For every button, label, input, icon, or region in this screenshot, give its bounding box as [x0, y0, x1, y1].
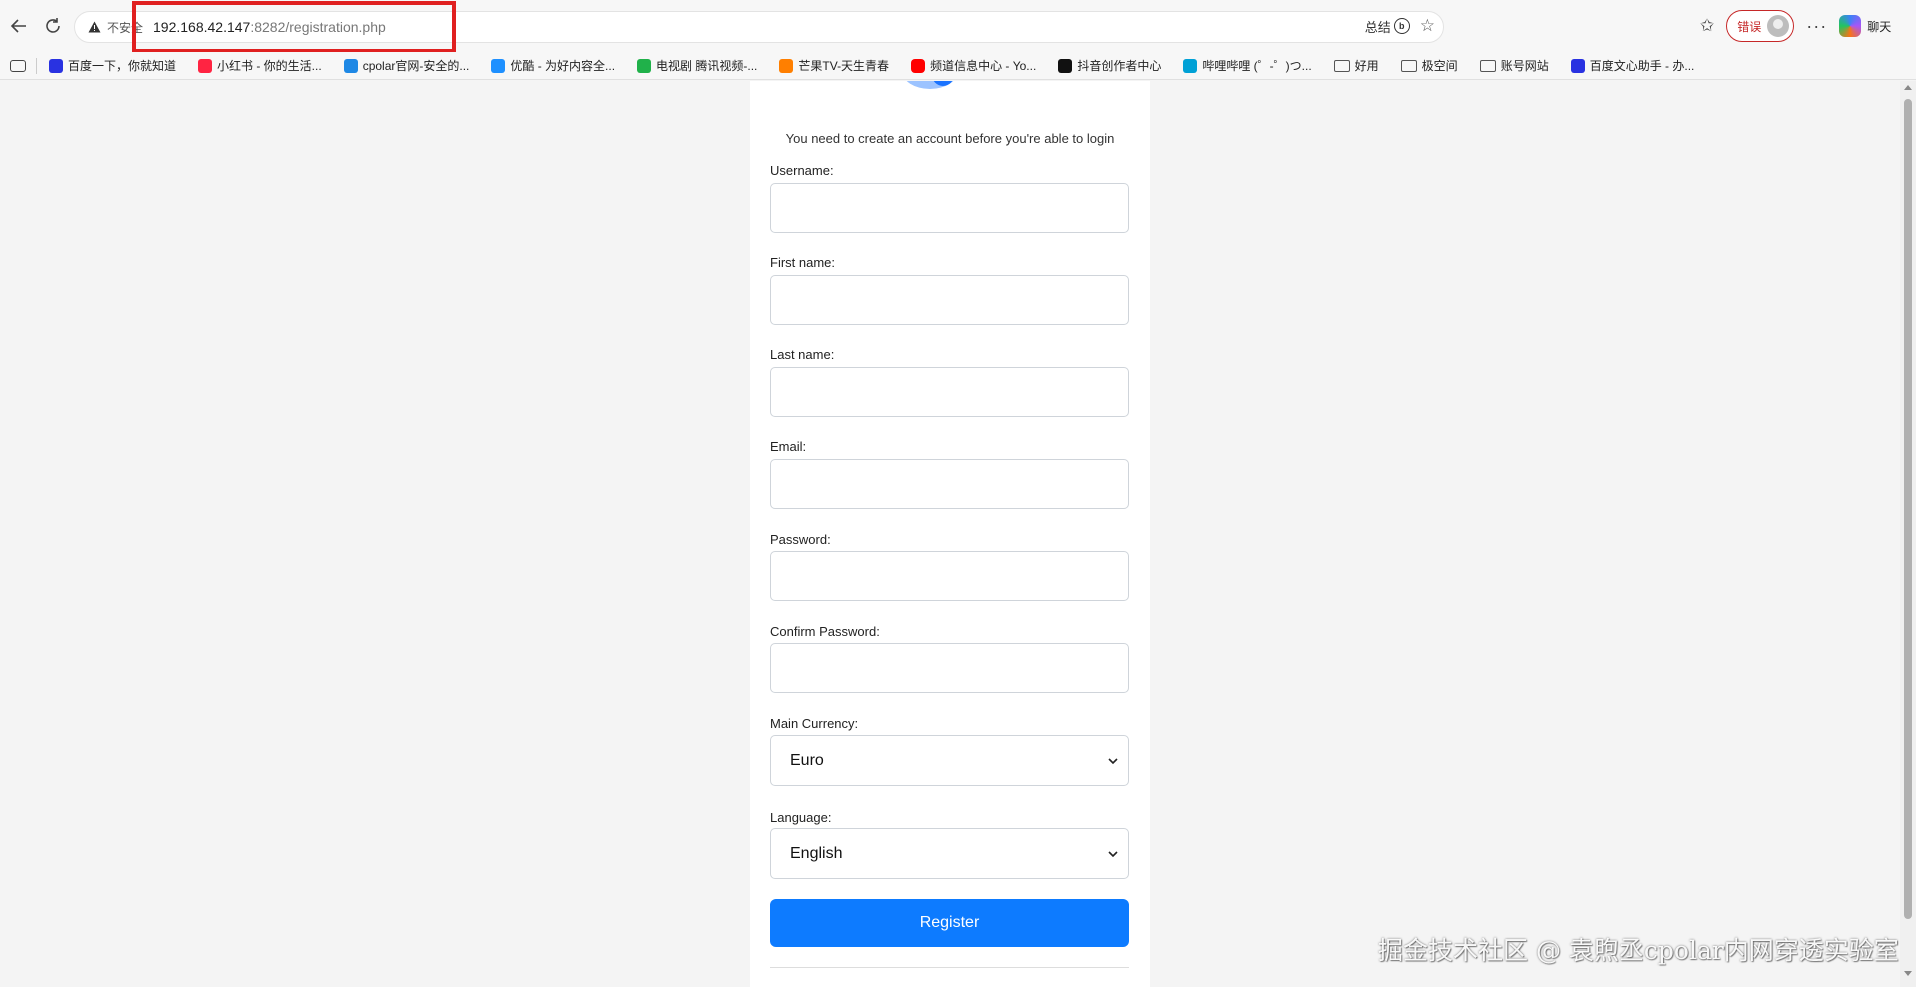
registration-intro: You need to create an account before you… — [785, 131, 1115, 146]
bookmark-item[interactable]: 优酷 - 为好内容全... — [491, 57, 615, 74]
profile-error-button[interactable]: 错误 — [1726, 10, 1795, 42]
bookmark-label: 频道信息中心 - Yo... — [930, 59, 1037, 73]
browser-toolbar: 不安全 192.168.42.147:8282/registration.php… — [0, 0, 1916, 53]
copilot-chat-button[interactable]: 聊天 — [1839, 15, 1891, 37]
bookmark-item[interactable]: 抖音创作者中心 — [1058, 57, 1161, 74]
first-name-label: First name: — [770, 255, 836, 270]
currency-select[interactable]: Euro — [770, 735, 1129, 786]
bookmark-item[interactable]: 芒果TV-天生青春 — [779, 57, 889, 74]
bookmark-item[interactable]: cpolar官网-安全的... — [343, 57, 470, 74]
scroll-up-arrow-icon[interactable] — [1904, 85, 1912, 90]
summary-label: 总结 — [1364, 19, 1391, 35]
favorites-icon[interactable]: ✩ — [1700, 16, 1714, 36]
youku-icon — [491, 58, 506, 73]
confirm-password-input[interactable] — [770, 643, 1129, 693]
bookmark-label: 账号网站 — [1500, 59, 1549, 73]
summary-button[interactable]: 总结 b — [1365, 17, 1410, 36]
chevron-down-icon — [1108, 850, 1118, 857]
email-input[interactable] — [770, 459, 1129, 509]
confirm-password-label: Confirm Password: — [770, 624, 880, 639]
last-name-label: Last name: — [770, 347, 835, 362]
copilot-icon — [1839, 15, 1862, 37]
bookmark-item[interactable]: 频道信息中心 - Yo... — [911, 57, 1036, 74]
email-label: Email: — [770, 439, 807, 454]
bookmark-label: 百度文心助手 - 办... — [1589, 59, 1695, 73]
baidu-paw-icon — [1570, 58, 1585, 73]
language-label: Language: — [770, 810, 832, 825]
bookmarks-divider — [36, 57, 37, 74]
svg-text:tos: tos — [960, 81, 1050, 91]
register-button[interactable]: Register — [770, 899, 1129, 947]
bookmark-item[interactable]: 好用 — [1333, 57, 1379, 74]
currency-value: Euro — [790, 751, 824, 769]
first-name-input[interactable] — [770, 275, 1129, 325]
browser-right-controls: ✩ 错误 ··· 聊天 — [1700, 10, 1891, 42]
page-viewport: W tos You need to create an account befo… — [0, 81, 1916, 987]
youtube-icon — [911, 58, 926, 73]
mango-tv-icon — [779, 58, 794, 73]
warning-icon — [87, 20, 101, 34]
password-input[interactable] — [770, 551, 1129, 601]
username-input[interactable] — [770, 183, 1129, 233]
language-value: English — [790, 844, 843, 862]
refresh-icon — [46, 18, 60, 33]
logo-graphic: W tos — [850, 81, 1050, 91]
bookmark-label: 哔哩哔哩 (゜-゜)つ... — [1202, 59, 1312, 73]
bookmark-item[interactable]: 极空间 — [1400, 57, 1458, 74]
arrow-left-icon — [10, 19, 26, 33]
error-label: 错误 — [1737, 19, 1762, 34]
bookmark-label: cpolar官网-安全的... — [362, 59, 470, 73]
summary-icon: b — [1393, 18, 1410, 34]
scroll-thumb[interactable] — [1904, 99, 1912, 919]
bookmark-item[interactable]: 电视剧 腾讯视频-... — [637, 57, 757, 74]
star-icon[interactable]: ☆ — [1420, 16, 1435, 36]
url-highlight-box — [132, 1, 456, 53]
last-name-input[interactable] — [770, 367, 1129, 417]
chat-label: 聊天 — [1867, 19, 1892, 34]
bookmark-label: 优酷 - 为好内容全... — [510, 59, 616, 73]
address-bar-actions: 总结 b ☆ — [1365, 16, 1435, 36]
chevron-down-icon — [1108, 757, 1118, 764]
folder-icon — [1400, 59, 1417, 72]
language-select[interactable]: English — [770, 828, 1129, 879]
xiaohongshu-icon — [198, 58, 213, 73]
bookmark-label: 电视剧 腾讯视频-... — [656, 59, 758, 73]
bookmark-label: 芒果TV-天生青春 — [798, 59, 890, 73]
bookmarks-bar: 百度一下，你就知道 小红书 - 你的生活... cpolar官网-安全的... 优酷 … — [0, 52, 1916, 80]
folder-icon — [1479, 59, 1496, 72]
collections-icon[interactable] — [10, 59, 26, 72]
form-divider — [770, 967, 1129, 968]
bookmark-label: 好用 — [1354, 59, 1379, 73]
app-logo: W tos — [850, 81, 1050, 103]
bookmark-item[interactable]: 账号网站 — [1479, 57, 1549, 74]
username-label: Username: — [770, 163, 834, 178]
bookmark-label: 极空间 — [1421, 59, 1458, 73]
tencent-video-icon — [637, 58, 652, 73]
svg-text:W: W — [850, 81, 908, 91]
password-label: Password: — [770, 532, 831, 547]
bookmark-item[interactable]: 百度文心助手 - 办... — [1570, 57, 1695, 74]
douyin-icon — [1058, 58, 1073, 73]
bookmark-item[interactable]: 哔哩哔哩 (゜-゜)つ... — [1183, 57, 1312, 74]
scroll-down-arrow-icon[interactable] — [1904, 971, 1912, 976]
registration-card: W tos You need to create an account befo… — [750, 81, 1150, 987]
bookmark-label: 小红书 - 你的生活... — [217, 59, 322, 73]
watermark: 掘金技术社区 @ 袁煦丞cpolar内网穿透实验室 — [1378, 936, 1899, 965]
bookmark-item[interactable]: 小红书 - 你的生活... — [198, 57, 322, 74]
bilibili-icon — [1183, 58, 1198, 73]
page-scrollbar[interactable] — [1900, 81, 1916, 987]
more-icon[interactable]: ··· — [1806, 16, 1827, 37]
baidu-paw-icon — [49, 58, 63, 73]
avatar — [1767, 15, 1790, 37]
currency-label: Main Currency: — [770, 716, 859, 731]
bookmark-label: 抖音创作者中心 — [1077, 59, 1162, 73]
folder-icon — [1333, 59, 1350, 72]
back-button[interactable] — [2, 9, 36, 43]
bookmark-item[interactable]: 百度一下，你就知道 — [49, 57, 176, 74]
bookmark-label: 百度一下，你就知道 — [68, 59, 177, 73]
refresh-button[interactable] — [36, 9, 70, 43]
cpolar-icon — [343, 58, 358, 73]
